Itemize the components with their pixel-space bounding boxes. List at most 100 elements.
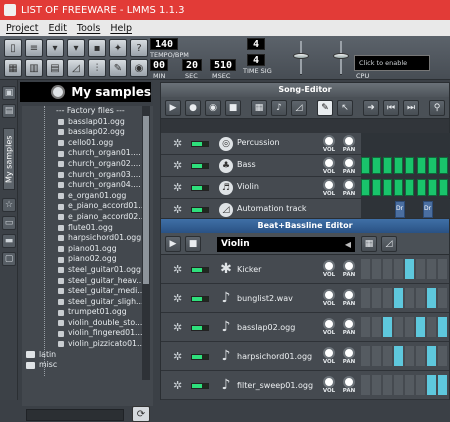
pattern-block[interactable] — [383, 157, 392, 174]
pattern-block[interactable] — [439, 157, 448, 174]
mute-toggle[interactable] — [191, 354, 209, 360]
step-button[interactable] — [405, 375, 414, 395]
pattern-lane[interactable]: Dr Dr — [361, 199, 450, 220]
menu-help[interactable]: Help — [110, 23, 132, 34]
projects-icon[interactable]: ▤ — [2, 104, 16, 118]
step-button[interactable] — [405, 288, 414, 308]
volume-knob[interactable]: VOL — [321, 135, 337, 153]
instrument-plugins-icon[interactable]: ▣ — [2, 86, 16, 100]
follow-icon[interactable]: ➜ — [363, 100, 379, 116]
knob-dial[interactable] — [343, 289, 355, 301]
step-button[interactable] — [416, 317, 425, 337]
step-button[interactable] — [438, 259, 447, 279]
gear-icon[interactable]: ✲ — [173, 264, 185, 276]
bb-stop-icon[interactable]: ■ — [185, 236, 201, 252]
list-item[interactable]: basslap01.ogg — [22, 117, 142, 128]
step-button[interactable] — [427, 288, 436, 308]
pattern-block[interactable] — [383, 179, 392, 196]
knob-dial[interactable] — [343, 376, 355, 388]
step-button[interactable] — [361, 288, 370, 308]
list-item[interactable]: steel_guitar_medi... — [22, 286, 142, 297]
mute-toggle[interactable] — [191, 163, 209, 169]
new-project-icon[interactable]: ▯ — [4, 39, 22, 57]
pattern-block[interactable] — [417, 179, 426, 196]
mute-toggle[interactable] — [191, 325, 209, 331]
list-item[interactable]: steel_guitar_heav... — [22, 276, 142, 287]
save-icon[interactable]: ▪ — [88, 39, 106, 57]
volume-knob[interactable]: VOL — [321, 289, 337, 307]
pattern-block[interactable] — [394, 179, 403, 196]
step-button[interactable] — [438, 288, 447, 308]
pattern-lane[interactable] — [361, 155, 450, 176]
knob-dial[interactable] — [323, 260, 335, 272]
list-item[interactable]: steel_guitar01.ogg — [22, 265, 142, 276]
list-item[interactable]: church_organ03.... — [22, 170, 142, 181]
slider-handle[interactable] — [293, 53, 309, 59]
pan-knob[interactable]: PAN — [341, 260, 357, 278]
volume-knob[interactable]: VOL — [321, 347, 337, 365]
bb-track-select[interactable]: Violin ◀ — [217, 237, 355, 252]
home-icon[interactable]: ▭ — [2, 216, 16, 230]
master-pitch-slider[interactable] — [330, 39, 352, 77]
pan-knob[interactable]: PAN — [341, 135, 357, 153]
step-button[interactable] — [427, 259, 436, 279]
step-button[interactable] — [361, 259, 370, 279]
pattern-lane[interactable] — [361, 177, 450, 198]
gear-icon[interactable]: ✲ — [173, 182, 185, 194]
step-button[interactable] — [427, 317, 436, 337]
browser-scrollbar[interactable] — [142, 106, 150, 380]
tab-my-samples[interactable]: My samples — [3, 128, 15, 190]
controller-rack-icon[interactable]: ◉ — [130, 59, 148, 77]
list-item[interactable]: violin_fingered01... — [22, 328, 142, 339]
filter-input[interactable] — [26, 409, 124, 421]
timesig-numerator[interactable]: 4 — [247, 38, 265, 50]
step-button[interactable] — [405, 346, 414, 366]
track-name[interactable]: Bass — [237, 160, 256, 169]
step-button[interactable] — [383, 259, 392, 279]
mute-toggle[interactable] — [191, 207, 209, 213]
step-button[interactable] — [427, 346, 436, 366]
pattern-block[interactable]: Dr — [395, 201, 405, 218]
knob-dial[interactable] — [323, 135, 335, 147]
list-item[interactable]: piano01.ogg — [22, 244, 142, 255]
gear-icon[interactable]: ✲ — [173, 138, 185, 150]
list-item[interactable]: church_organ04.... — [22, 180, 142, 191]
song-editor-icon[interactable]: ▦ — [4, 59, 22, 77]
loop-end-icon[interactable]: ⏭ — [403, 100, 419, 116]
add-automation-track-icon[interactable]: ◿ — [291, 100, 307, 116]
add-sample-track-icon[interactable]: ♪ — [271, 100, 287, 116]
record-icon[interactable]: ● — [185, 100, 201, 116]
pattern-block[interactable] — [428, 179, 437, 196]
gear-icon[interactable]: ✲ — [173, 293, 185, 305]
automation-editor-icon[interactable]: ◿ — [67, 59, 85, 77]
step-button[interactable] — [372, 259, 381, 279]
list-item[interactable]: piano02.ogg — [22, 254, 142, 265]
step-button[interactable] — [383, 346, 392, 366]
list-item[interactable]: steel_guitar_sligh... — [22, 297, 142, 308]
gear-icon[interactable]: ✲ — [173, 380, 185, 392]
mute-toggle[interactable] — [191, 383, 209, 389]
pattern-block[interactable] — [372, 179, 381, 196]
refresh-icon[interactable]: ⟳ — [132, 406, 150, 422]
computer-icon[interactable]: ▬ — [2, 234, 16, 248]
timesig-denominator[interactable]: 4 — [247, 54, 265, 66]
mute-toggle[interactable] — [191, 296, 209, 302]
knob-dial[interactable] — [343, 157, 355, 169]
step-button[interactable] — [394, 288, 403, 308]
slider-handle[interactable] — [333, 53, 349, 59]
list-item[interactable]: trumpet01.ogg — [22, 307, 142, 318]
step-button[interactable] — [394, 346, 403, 366]
add-bb-icon[interactable]: ▦ — [361, 236, 377, 252]
pattern-block[interactable] — [405, 157, 414, 174]
cpu-load-widget[interactable]: Click to enable — [354, 55, 430, 71]
add-automation-icon[interactable]: ◿ — [381, 236, 397, 252]
gear-icon[interactable]: ✲ — [173, 160, 185, 172]
list-item[interactable]: harpsichord01.ogg — [22, 233, 142, 244]
scrollbar-thumb[interactable] — [143, 116, 149, 284]
mute-toggle[interactable] — [191, 267, 209, 273]
step-button[interactable] — [394, 317, 403, 337]
folder-item[interactable]: misc — [22, 360, 142, 371]
knob-dial[interactable] — [323, 318, 335, 330]
step-button[interactable] — [372, 375, 381, 395]
fx-mixer-icon[interactable]: ⫶ — [88, 59, 106, 77]
